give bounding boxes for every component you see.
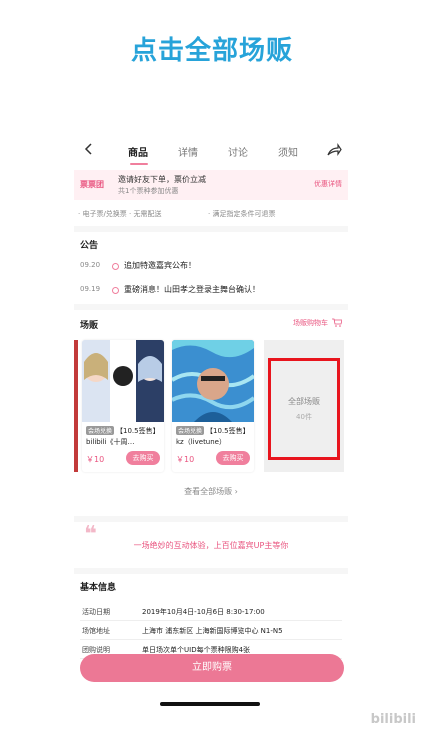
- home-indicator: [160, 702, 260, 706]
- highlight-box: [268, 358, 340, 460]
- headline: 点击全部场贩: [130, 36, 293, 66]
- slogan-section: ❝ 一场绝妙的互动体验，上百位嘉宾UP主等你: [74, 522, 348, 568]
- slogan-text: 一场绝妙的互动体验，上百位嘉宾UP主等你: [133, 541, 289, 550]
- view-all-merch-link[interactable]: 查看全部场贩 ›: [74, 486, 348, 497]
- announcement-item[interactable]: 09.20 追加特邀嘉宾公布！: [80, 260, 342, 274]
- product-price: ￥10: [86, 455, 105, 464]
- promo-details-link[interactable]: 优惠详情: [314, 179, 342, 189]
- tab-discussion[interactable]: 讨论: [228, 144, 248, 159]
- chevron-left-icon[interactable]: [82, 142, 96, 156]
- info-value: 2019年10月4日-10月6日 8:30-17:00: [142, 608, 265, 616]
- merch-card[interactable]: 【10.5签售】kz（livetune） 会场兑换 ￥10 去购买: [172, 340, 254, 472]
- timeline-dot: [112, 287, 119, 294]
- announcement-title: 公告: [80, 241, 99, 251]
- merch-title: 场贩: [80, 321, 99, 331]
- announcement-item[interactable]: 09.19 重磅消息！山田孝之登录主舞台确认！: [80, 284, 342, 298]
- announcement-date: 09.20: [80, 261, 101, 269]
- announcement-text: 追加特邀嘉宾公布！: [124, 261, 196, 270]
- merch-cart-link[interactable]: 场贩购物车: [293, 318, 328, 328]
- feature-delivery: · 电子票/兑换票 · 无需配送: [78, 210, 162, 218]
- basic-info-section: 基本信息 活动日期 2019年10月4日-10月6日 8:30-17:00 场馆…: [74, 574, 348, 702]
- bilibili-watermark: bilibili: [370, 712, 416, 727]
- promo-subtitle: 共1个票种参加优惠: [118, 187, 179, 195]
- announcement-text: 重磅消息！山田孝之登录主舞台确认！: [124, 285, 260, 294]
- partial-card-edge: [74, 340, 78, 472]
- product-image: [172, 340, 254, 422]
- share-icon[interactable]: [326, 142, 342, 158]
- basic-info-title: 基本信息: [80, 583, 117, 593]
- info-row: 场馆地址 上海市 浦东新区 上海新国际博览中心 N1-N5: [80, 621, 342, 640]
- announcement-date: 09.19: [80, 285, 101, 293]
- tab-details[interactable]: 详情: [178, 144, 198, 159]
- buy-button[interactable]: 去购买: [126, 451, 160, 465]
- info-value: 上海市 浦东新区 上海新国际博览中心 N1-N5: [142, 627, 283, 635]
- product-image: [82, 340, 164, 422]
- merch-section: 场贩 场贩购物车 【10.5签售】bilibili《十周… 会场兑换 ￥10 去…: [74, 310, 348, 516]
- active-tab-indicator: [130, 163, 148, 165]
- tab-notice[interactable]: 须知: [278, 144, 298, 159]
- redeem-badge: 会场兑换: [176, 426, 205, 435]
- feature-refund: · 满足指定条件可退票: [208, 210, 276, 218]
- feature-tags: · 电子票/兑换票 · 无需配送 · 满足指定条件可退票: [74, 200, 348, 226]
- promo-banner[interactable]: 票票团 邀请好友下单，票价立减 共1个票种参加优惠 优惠详情: [74, 170, 348, 200]
- info-key: 场馆地址: [82, 627, 110, 635]
- top-nav: 商品 详情 讨论 须知: [74, 132, 348, 170]
- info-row: 活动日期 2019年10月4日-10月6日 8:30-17:00: [80, 602, 342, 621]
- piaopiaotuan-logo: 票票团: [80, 180, 104, 189]
- redeem-badge: 会场兑换: [86, 426, 115, 435]
- announcement-section: 公告 09.20 追加特邀嘉宾公布！ 09.19 重磅消息！山田孝之登录主舞台确…: [74, 232, 348, 304]
- phone-screen: 商品 详情 讨论 须知 票票团 邀请好友下单，票价立减 共1个票种参加优惠 优惠…: [74, 132, 348, 702]
- tab-goods[interactable]: 商品: [128, 144, 148, 159]
- info-key: 活动日期: [82, 608, 110, 616]
- buy-button[interactable]: 去购买: [216, 451, 250, 465]
- buy-now-button[interactable]: 立即购票: [80, 654, 344, 682]
- cart-icon[interactable]: [332, 318, 342, 327]
- promo-title: 邀请好友下单，票价立减: [118, 175, 206, 184]
- timeline-dot: [112, 263, 119, 270]
- merch-card[interactable]: 【10.5签售】bilibili《十周… 会场兑换 ￥10 去购买: [82, 340, 164, 472]
- product-price: ￥10: [176, 455, 195, 464]
